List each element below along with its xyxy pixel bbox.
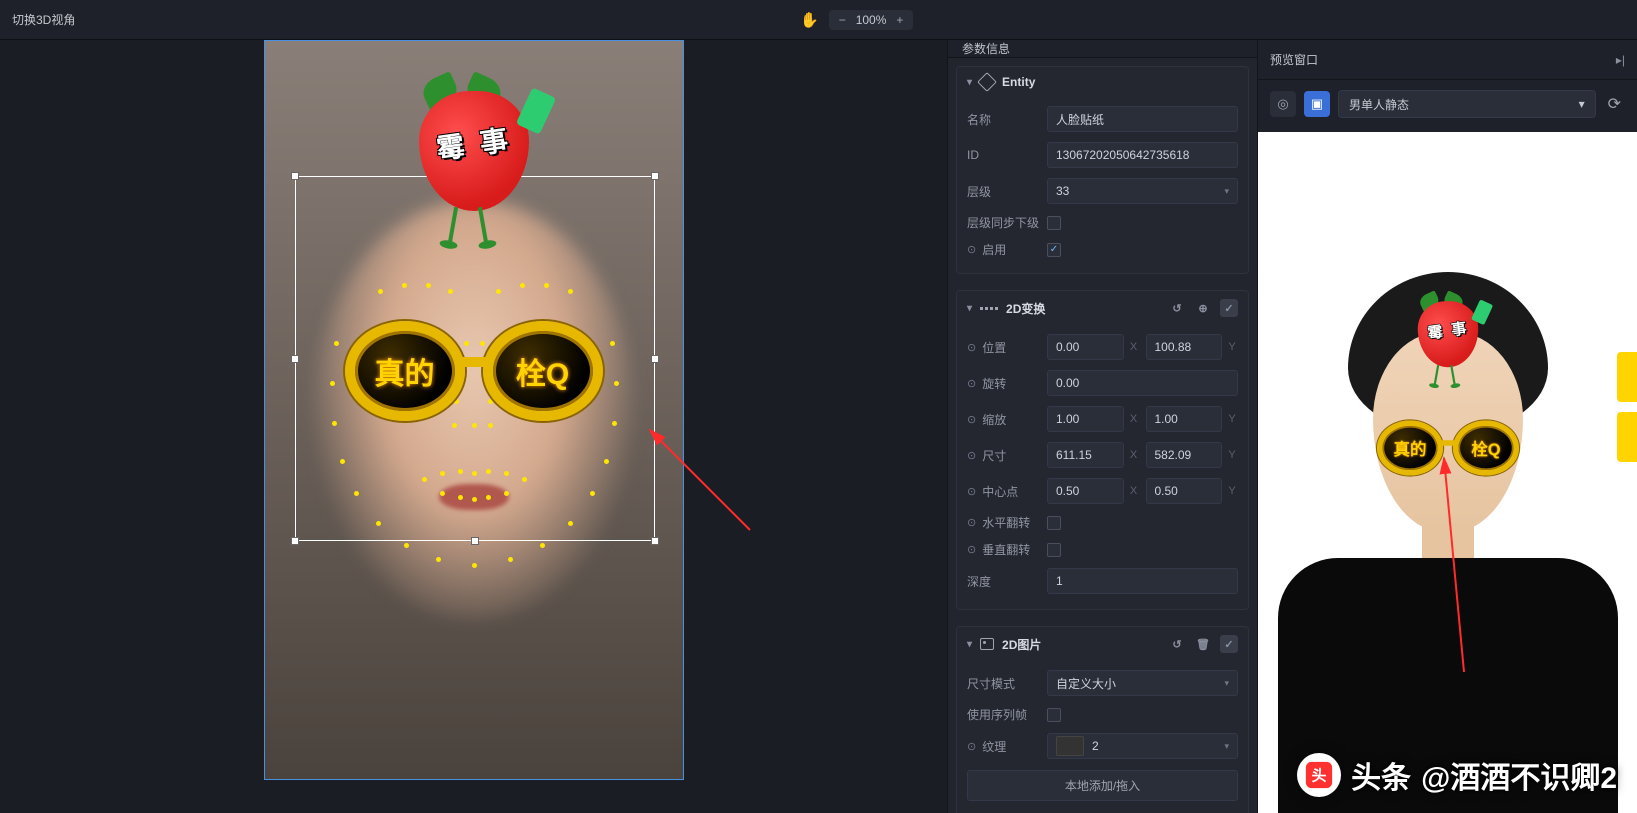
glasses-left-lens: 真的 [345,321,465,421]
canvas-area[interactable]: 霉 事 真的 栓Q [0,40,947,813]
center-x-input[interactable] [1047,478,1124,504]
bbox-handle[interactable] [651,355,659,363]
entity-id-input[interactable] [1047,142,1238,168]
layer-sync-checkbox[interactable] [1047,216,1061,230]
parameters-panel: 参数信息 ▾ Entity 名称 ID 层级 [947,40,1257,813]
reset-icon[interactable]: ↺ [1168,299,1186,317]
add-texture-button[interactable]: 本地添加/拖入 [967,770,1238,801]
zoom-out-button[interactable]: − [835,13,850,27]
link-icon: ⊙ [967,543,976,556]
bbox-handle[interactable] [651,172,659,180]
parameters-header: 参数信息 [948,40,1257,58]
chevron-down-icon: ▾ [1224,741,1229,752]
size-x-input[interactable] [1047,442,1124,468]
bbox-handle[interactable] [291,172,299,180]
sequence-checkbox[interactable] [1047,708,1061,722]
glasses-sticker[interactable]: 真的 栓Q [345,321,603,421]
preview-mode-target-button[interactable]: ◎ [1270,91,1296,117]
entity-name-input[interactable] [1047,106,1238,132]
chevron-down-icon[interactable]: ▾ [967,639,972,650]
section-entity: ▾ Entity 名称 ID 层级 33 [956,66,1249,274]
transform-icon [980,307,998,310]
flip-h-checkbox[interactable] [1047,516,1061,530]
pos-y-input[interactable] [1146,334,1223,360]
preview-title: 预览窗口 [1270,51,1318,68]
link-icon: ⊙ [967,413,976,426]
pan-tool-icon[interactable]: ✋ [800,11,819,29]
chevron-down-icon: ▾ [1224,186,1229,197]
center-y-input[interactable] [1146,478,1223,504]
link-icon: ⊙ [967,449,976,462]
refresh-icon[interactable]: ⟳ [1604,90,1625,118]
chevron-down-icon[interactable]: ▾ [967,77,972,88]
check-icon[interactable]: ✓ [1220,299,1238,317]
chevron-down-icon[interactable]: ▾ [967,303,972,314]
trash-icon[interactable]: 🗑 [1194,635,1212,653]
zoom-control[interactable]: − 100% + [829,10,914,30]
enable-checkbox[interactable]: ✓ [1047,243,1061,257]
link-icon: ⊙ [967,377,976,390]
bbox-handle[interactable] [291,355,299,363]
chevron-down-icon: ▾ [1224,678,1229,689]
entity-layer-select[interactable]: 33 ▾ [1047,178,1238,204]
side-tab[interactable] [1617,412,1637,462]
bbox-handle[interactable] [291,537,299,545]
link-icon: ⊙ [967,516,976,529]
scale-x-input[interactable] [1047,406,1124,432]
size-y-input[interactable] [1146,442,1223,468]
section-2d-image: ▾ 2D图片 ↺ 🗑 ✓ 尺寸模式 自定义大小 ▾ [956,626,1249,813]
strawberry-leg-icon [477,207,487,243]
annotation-arrow [640,420,760,543]
link-icon: ⊙ [967,485,976,498]
link-icon: ⊙ [967,740,976,753]
texture-preview-icon [1056,736,1084,756]
toggle-3d-button[interactable]: 切换3D视角 [12,11,75,28]
flip-v-checkbox[interactable] [1047,543,1061,557]
strawberry-leg-icon [447,207,457,243]
chevron-down-icon: ▾ [1579,97,1585,111]
zoom-in-button[interactable]: + [892,13,907,27]
section-title: Entity [1002,75,1035,89]
collapse-icon[interactable]: ▸| [1616,53,1625,67]
size-mode-select[interactable]: 自定义大小 ▾ [1047,670,1238,696]
check-icon[interactable]: ✓ [1220,635,1238,653]
bbox-handle[interactable] [471,537,479,545]
glasses-bridge-icon [456,357,492,367]
rotation-input[interactable] [1047,370,1238,396]
depth-input[interactable] [1047,568,1238,594]
preview-strawberry-sticker: 霉 事 [1412,290,1484,384]
link-icon: ⊙ [967,341,976,354]
canvas-frame[interactable]: 霉 事 真的 栓Q [264,40,684,780]
strawberry-sticker[interactable]: 霉 事 [409,71,539,241]
image-icon [980,638,994,650]
entity-icon [977,72,997,92]
scale-y-input[interactable] [1146,406,1223,432]
preview-panel: 预览窗口 ▸| ◎ ▣ 男单人静态 ▾ ⟳ [1257,40,1637,813]
link-icon: ⊙ [967,243,976,256]
pos-x-input[interactable] [1047,334,1124,360]
preview-viewport[interactable]: 霉 事 真的 栓Q [1258,132,1637,813]
side-tab[interactable] [1617,352,1637,402]
section-2d-transform: ▾ 2D变换 ↺ ⊕ ✓ ⊙位置 X Y ⊙旋转 [956,290,1249,610]
preview-mode-camera-button[interactable]: ▣ [1304,91,1330,117]
preview-preset-select[interactable]: 男单人静态 ▾ [1338,90,1596,118]
glasses-right-lens: 栓Q [483,321,603,421]
section-title: 2D图片 [1002,636,1041,653]
link-icon[interactable]: ⊕ [1194,299,1212,317]
zoom-level: 100% [856,13,887,27]
reset-icon[interactable]: ↺ [1168,635,1186,653]
texture-select[interactable]: 2 ▾ [1047,733,1238,759]
top-toolbar: 切换3D视角 ✋ − 100% + [0,0,1637,40]
annotation-arrow [1434,452,1504,685]
section-title: 2D变换 [1006,300,1045,317]
